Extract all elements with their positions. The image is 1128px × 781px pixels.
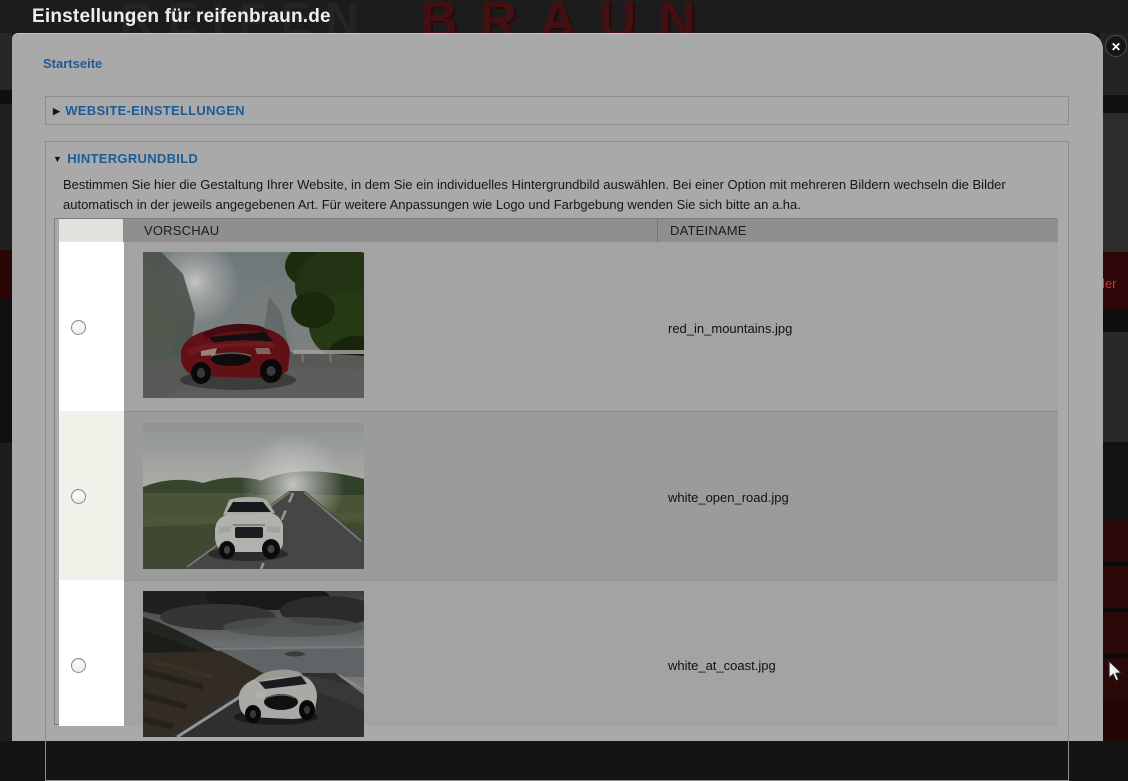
page-menu-item-red (1100, 566, 1128, 608)
page-fragment (0, 443, 12, 741)
accordion-section-background-image: ▼ HINTERGRUNDBILD Bestimmen Sie hier die … (45, 141, 1069, 781)
dimmed-page-left-edge (0, 33, 12, 741)
table-select-cell (59, 580, 124, 726)
page-fragment (1100, 332, 1128, 442)
page-fragment (1100, 95, 1128, 113)
table-header-filename: DATEINAME (657, 219, 1058, 242)
section-label: WEBSITE-EINSTELLUNGEN (65, 103, 245, 118)
page-fragment (1100, 113, 1128, 252)
section-label: HINTERGRUNDBILD (67, 151, 198, 166)
page-menu-item-red (1100, 612, 1128, 654)
section-description: Bestimmen Sie hier die Gestaltung Ihrer … (63, 175, 1053, 215)
preview-image-white-open-road (143, 423, 364, 569)
section-header-website-settings[interactable]: ▶ WEBSITE-EINSTELLUNGEN (53, 103, 245, 118)
section-header-background-image[interactable]: ▼ HINTERGRUNDBILD (53, 151, 198, 166)
brand-background-text-braun: BRAUN (420, 0, 718, 33)
page-partial-link-text: ler (1102, 276, 1116, 291)
page-menu-item-red (1100, 700, 1128, 741)
page-fragment (1100, 310, 1128, 332)
mouse-cursor-icon (1108, 660, 1124, 684)
settings-window-title: Einstellungen für reifenbraun.de (32, 6, 331, 28)
filename-cell: white_open_road.jpg (668, 490, 789, 505)
page-fragment (0, 300, 12, 443)
close-icon[interactable]: ✕ (1105, 35, 1127, 57)
filename-cell: red_in_mountains.jpg (668, 321, 792, 336)
page-fragment (1100, 442, 1128, 520)
triangle-down-icon: ▼ (53, 154, 62, 164)
page-fragment (0, 33, 12, 90)
dimmed-page-right-edge: ler (1100, 33, 1128, 741)
preview-image-white-at-coast (143, 591, 364, 737)
table-header-preview: VORSCHAU (124, 219, 657, 242)
radio-button-row-3[interactable] (71, 658, 86, 673)
settings-modal: Startseite ▶ WEBSITE-EINSTELLUNGEN ▼ HINTE… (12, 33, 1103, 741)
page-fragment (0, 90, 12, 104)
page-menu-item-red (1100, 520, 1128, 562)
breadcrumb-startseite-link[interactable]: Startseite (43, 56, 102, 71)
page-fragment-red-band (0, 250, 12, 300)
table-header-select-column (59, 219, 124, 242)
radio-button-row-2[interactable] (71, 489, 86, 504)
radio-button-row-1[interactable] (71, 320, 86, 335)
accordion-section-website-settings[interactable]: ▶ WEBSITE-EINSTELLUNGEN (45, 96, 1069, 125)
table-select-cell (59, 242, 124, 411)
triangle-right-icon: ▶ (53, 106, 60, 116)
page-fragment (0, 104, 12, 250)
filename-cell: white_at_coast.jpg (668, 658, 776, 673)
background-image-table: VORSCHAU DATEINAME (54, 218, 1057, 725)
preview-image-red-in-mountains (143, 252, 364, 398)
table-select-cell (59, 411, 124, 580)
